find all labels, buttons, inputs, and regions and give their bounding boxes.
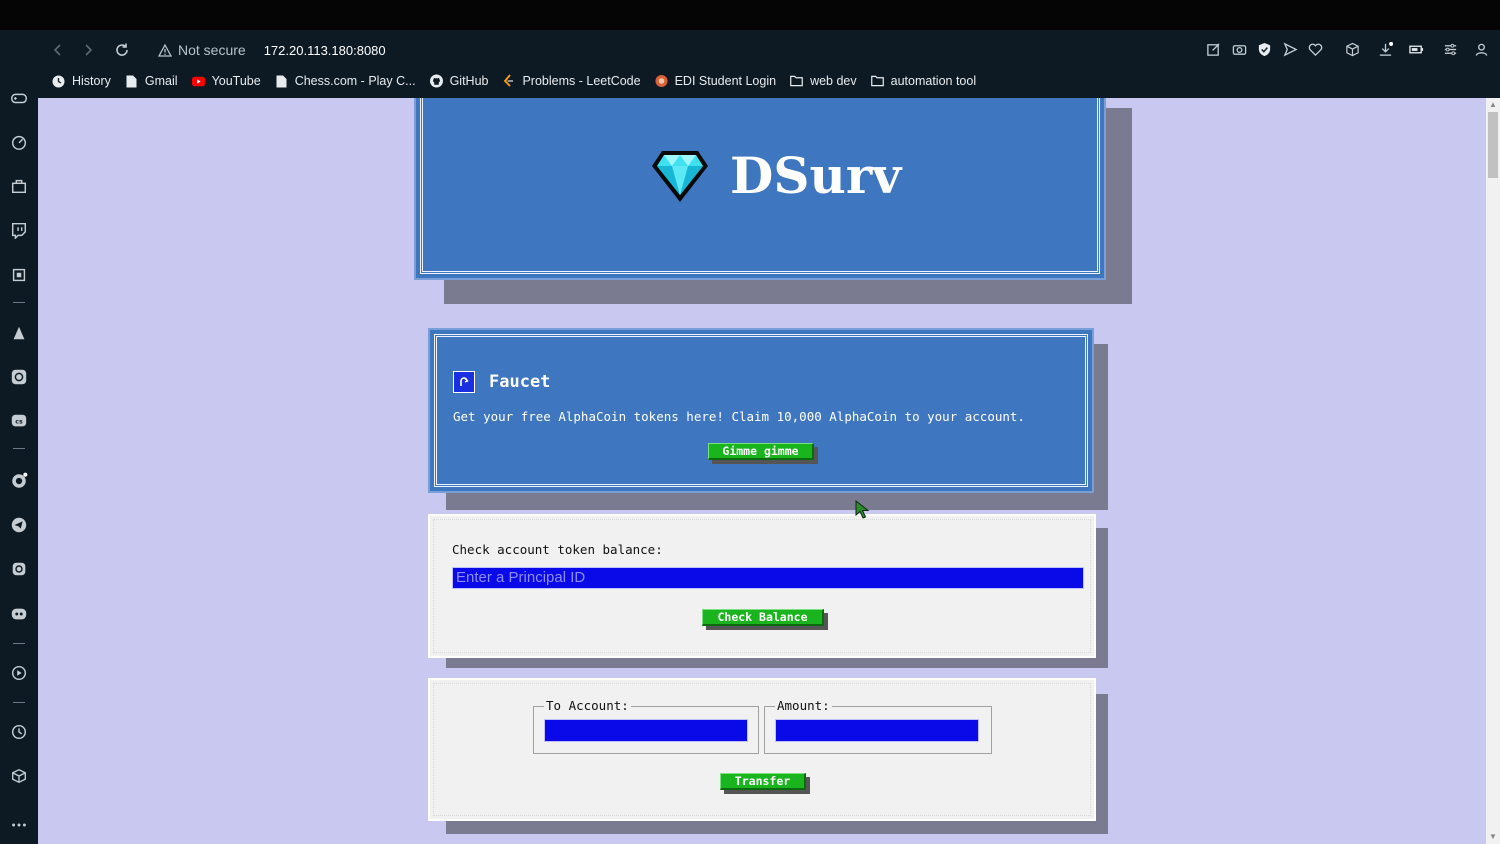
clock-icon[interactable] bbox=[9, 722, 29, 742]
more-icon[interactable] bbox=[9, 815, 29, 835]
bookmark-history[interactable]: History bbox=[52, 74, 111, 88]
history-icon bbox=[52, 75, 65, 88]
bookmark-github[interactable]: GitHub bbox=[429, 74, 488, 88]
bookmark-gmail[interactable]: Gmail bbox=[125, 74, 178, 88]
faucet-description: Get your free AlphaCoin tokens here! Cla… bbox=[453, 409, 1025, 424]
header-banner: DSurv bbox=[414, 98, 1106, 280]
bookmarks-bar: History Gmail YouTube Chess.com - Play C… bbox=[52, 72, 990, 90]
extensions-cube-icon[interactable] bbox=[1343, 40, 1361, 58]
amount-fieldset: Amount: bbox=[764, 699, 992, 754]
to-account-input[interactable] bbox=[544, 719, 748, 742]
faucet-card: Faucet Get your free AlphaCoin tokens he… bbox=[428, 328, 1094, 493]
page-scrollbar[interactable]: ▲ ▼ bbox=[1486, 98, 1500, 844]
check-balance-button[interactable]: Check Balance bbox=[702, 609, 824, 626]
discord-icon[interactable] bbox=[9, 604, 29, 624]
mouse-cursor-icon bbox=[855, 500, 870, 519]
cube-icon[interactable] bbox=[9, 766, 29, 786]
balance-label: Check account token balance: bbox=[452, 542, 663, 557]
browser-toolbar: Not secure 172.20.113.180:8080 History G… bbox=[38, 30, 1500, 98]
svg-text:cs: cs bbox=[15, 419, 23, 426]
folder-icon bbox=[870, 75, 884, 88]
browser-sidebar: cs bbox=[0, 30, 38, 844]
transfer-card: To Account: Amount: Transfer bbox=[428, 678, 1096, 821]
battery-saver-icon[interactable] bbox=[1407, 40, 1425, 58]
whatsapp-icon[interactable] bbox=[9, 471, 29, 491]
bookmark-chess[interactable]: Chess.com - Play C... bbox=[275, 74, 416, 88]
amount-input[interactable] bbox=[775, 719, 979, 742]
to-account-fieldset: To Account: bbox=[533, 699, 759, 754]
gamepad-icon[interactable] bbox=[9, 88, 29, 108]
security-indicator[interactable]: Not secure bbox=[158, 42, 246, 58]
security-label: Not secure bbox=[178, 42, 246, 58]
bookmark-youtube[interactable]: YouTube bbox=[191, 74, 261, 88]
bookmark-edi[interactable]: EDI Student Login bbox=[655, 74, 776, 88]
diamond-icon bbox=[652, 150, 708, 202]
speed-dial-icon[interactable] bbox=[9, 132, 29, 152]
camera-icon[interactable] bbox=[1230, 40, 1248, 58]
scroll-up-icon[interactable]: ▲ bbox=[1489, 101, 1497, 109]
download-icon[interactable] bbox=[1376, 40, 1394, 58]
to-account-label: To Account: bbox=[544, 698, 631, 713]
bookmark-web-dev[interactable]: web dev bbox=[790, 74, 857, 88]
aria-icon[interactable] bbox=[9, 323, 29, 343]
page-icon bbox=[125, 75, 138, 88]
brand-title: DSurv bbox=[730, 146, 902, 205]
telegram-icon[interactable] bbox=[9, 515, 29, 535]
amount-label: Amount: bbox=[775, 698, 832, 713]
forward-button[interactable] bbox=[78, 40, 98, 60]
bookmark-automation-tool[interactable]: automation tool bbox=[870, 74, 976, 88]
warning-icon bbox=[158, 43, 172, 57]
github-icon bbox=[429, 74, 443, 88]
instagram-icon[interactable] bbox=[9, 559, 29, 579]
principal-id-input[interactable]: Enter a Principal ID bbox=[452, 567, 1084, 589]
edit-icon[interactable] bbox=[1204, 40, 1222, 58]
twitch-icon[interactable] bbox=[9, 220, 29, 240]
bookmark-leetcode[interactable]: Problems - LeetCode bbox=[502, 74, 641, 88]
youtube-icon bbox=[191, 75, 205, 88]
reload-button[interactable] bbox=[112, 40, 132, 60]
back-button[interactable] bbox=[48, 40, 68, 60]
player-icon[interactable] bbox=[9, 663, 29, 683]
easy-setup-icon[interactable] bbox=[1441, 40, 1459, 58]
gimme-gimme-button[interactable]: Gimme gimme bbox=[708, 443, 814, 460]
transfer-button[interactable]: Transfer bbox=[720, 773, 806, 790]
globe-icon bbox=[655, 74, 668, 88]
chatgpt-icon[interactable] bbox=[9, 367, 29, 387]
scroll-thumb[interactable] bbox=[1488, 112, 1498, 178]
scroll-down-icon[interactable]: ▼ bbox=[1489, 833, 1497, 841]
profile-icon[interactable] bbox=[1472, 40, 1490, 58]
bag-icon[interactable] bbox=[9, 176, 29, 196]
send-icon[interactable] bbox=[1281, 40, 1299, 58]
faucet-icon bbox=[453, 371, 475, 393]
chip-icon[interactable] bbox=[9, 265, 29, 285]
top-strip bbox=[0, 0, 1500, 30]
shield-icon[interactable] bbox=[1255, 40, 1273, 58]
folder-icon bbox=[790, 75, 803, 88]
faucet-title: Faucet bbox=[489, 372, 551, 392]
page-content: DSurv Faucet Get your free AlphaCoin tok… bbox=[38, 98, 1486, 844]
chatgpt-cs-icon[interactable]: cs bbox=[9, 411, 29, 431]
heart-icon[interactable] bbox=[1306, 40, 1324, 58]
address-bar[interactable]: Not secure 172.20.113.180:8080 bbox=[158, 38, 386, 62]
balance-card: Check account token balance: Enter a Pri… bbox=[428, 514, 1096, 658]
page-icon bbox=[275, 75, 288, 88]
leetcode-icon bbox=[502, 74, 515, 88]
url-text[interactable]: 172.20.113.180:8080 bbox=[264, 43, 386, 58]
